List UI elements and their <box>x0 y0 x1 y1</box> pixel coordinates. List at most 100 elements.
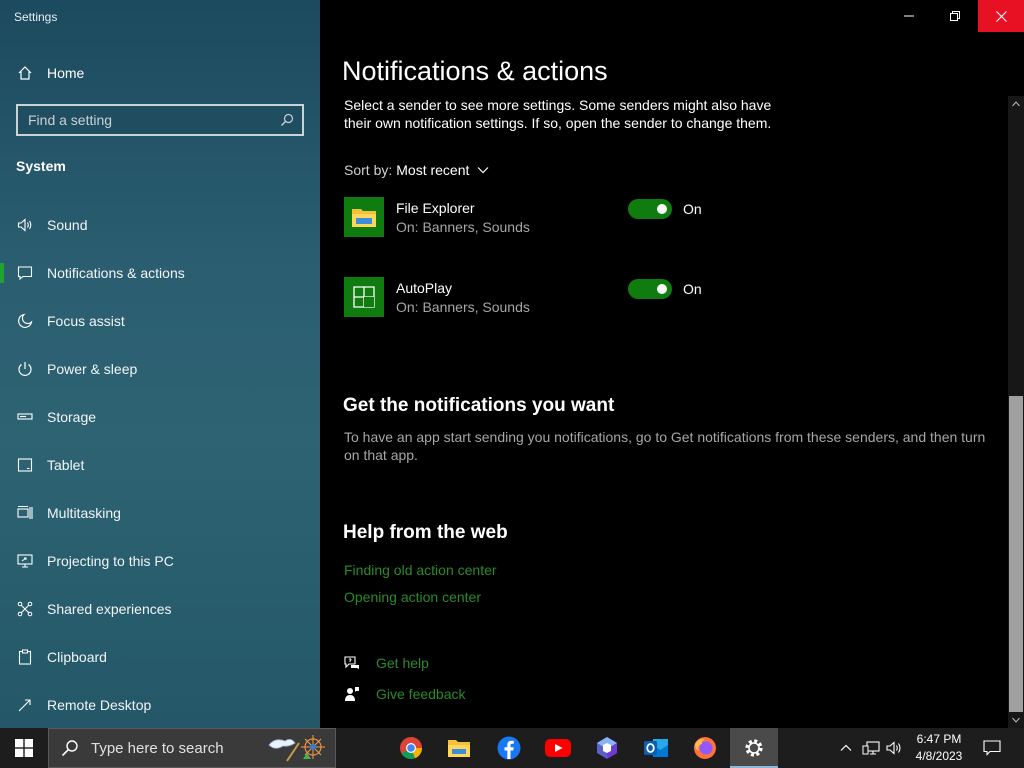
sidebar-item-label: Clipboard <box>47 649 107 665</box>
copilot-icon <box>595 736 619 760</box>
search-input[interactable] <box>28 112 268 128</box>
multitasking-icon <box>16 505 34 521</box>
main-content: Notifications & actions Select a sender … <box>320 0 1024 728</box>
taskbar-settings[interactable] <box>730 728 778 768</box>
taskbar-chrome[interactable] <box>387 728 435 768</box>
taskbar-outlook[interactable] <box>632 728 680 768</box>
section-title: System <box>16 158 66 174</box>
clock-time: 6:47 PM <box>916 732 962 746</box>
scrollbar-thumb[interactable] <box>1009 396 1023 712</box>
sort-label: Sort by: <box>344 162 393 178</box>
sidebar-item-clipboard[interactable]: Clipboard <box>0 633 320 681</box>
sidebar-item-tablet[interactable]: Tablet <box>0 441 320 489</box>
give-feedback-link[interactable]: Give feedback <box>376 686 466 702</box>
sidebar-item-storage[interactable]: Storage <box>0 393 320 441</box>
sidebar-item-sound[interactable]: Sound <box>0 201 320 249</box>
search-highlight-icon[interactable] <box>265 731 329 765</box>
taskbar-youtube[interactable] <box>534 728 582 768</box>
volume-tray[interactable] <box>884 728 906 768</box>
page-title: Notifications & actions <box>342 56 608 86</box>
network-tray[interactable] <box>860 728 882 768</box>
taskbar-firefox[interactable] <box>681 728 729 768</box>
sidebar-item-projecting[interactable]: Projecting to this PC <box>0 537 320 585</box>
autoplay-icon <box>344 277 384 317</box>
taskbar-file-explorer[interactable] <box>435 728 483 768</box>
taskbar-copilot[interactable] <box>583 728 631 768</box>
speaker-icon <box>16 217 34 233</box>
search-icon <box>61 739 79 757</box>
action-center-button[interactable] <box>978 728 1006 768</box>
sender-file-explorer[interactable]: File Explorer On: Banners, Sounds On <box>344 197 944 237</box>
help-icon <box>344 655 360 671</box>
notification-icon <box>16 265 34 281</box>
storage-icon <box>16 409 34 425</box>
sidebar-nav: Sound Notifications & actions Focus assi… <box>0 201 320 729</box>
tablet-icon <box>16 457 34 473</box>
sidebar-item-multitasking[interactable]: Multitasking <box>0 489 320 537</box>
sidebar-item-label: Power & sleep <box>47 361 138 377</box>
sidebar-item-remote-desktop[interactable]: Remote Desktop <box>0 681 320 729</box>
volume-icon <box>886 740 904 756</box>
taskbar: 6:47 PM 4/8/2023 <box>0 728 1024 768</box>
clock-date: 4/8/2023 <box>915 749 963 763</box>
chrome-icon <box>399 736 423 760</box>
firefox-icon <box>693 736 717 760</box>
projecting-icon <box>16 553 34 569</box>
sidebar-item-home[interactable]: Home <box>0 58 320 88</box>
moon-icon <box>16 313 34 329</box>
sidebar-item-shared-experiences[interactable]: Shared experiences <box>0 585 320 633</box>
taskbar-search[interactable] <box>48 728 336 768</box>
sidebar-item-label: Home <box>47 65 85 81</box>
sidebar-item-label: Tablet <box>47 457 85 473</box>
file-explorer-icon <box>447 738 471 758</box>
taskbar-search-input[interactable] <box>91 739 261 757</box>
sidebar-item-label: Storage <box>47 409 97 425</box>
sidebar-item-notifications[interactable]: Notifications & actions <box>0 249 320 297</box>
sidebar-item-label: Projecting to this PC <box>47 553 174 569</box>
sidebar-item-label: Multitasking <box>47 505 121 521</box>
feedback-icon <box>344 686 360 702</box>
toggle-switch[interactable] <box>628 199 672 219</box>
get-notifications-text: To have an app start sending you notific… <box>344 429 986 463</box>
power-icon <box>16 361 34 377</box>
sidebar-item-focus-assist[interactable]: Focus assist <box>0 297 320 345</box>
give-feedback-row[interactable]: Give feedback <box>344 686 466 702</box>
scroll-up-icon[interactable] <box>1008 96 1024 112</box>
get-help-row[interactable]: Get help <box>344 655 429 671</box>
sender-name: AutoPlay <box>396 280 453 296</box>
sender-name: File Explorer <box>396 200 475 216</box>
facebook-icon <box>497 736 521 760</box>
find-setting-search[interactable] <box>16 104 304 136</box>
home-icon <box>16 65 34 81</box>
sort-dropdown[interactable]: Sort by: Most recent <box>344 162 489 178</box>
clipboard-icon <box>16 649 34 665</box>
sender-status: On: Banners, Sounds <box>396 219 530 235</box>
search-icon[interactable] <box>280 113 294 127</box>
settings-icon <box>743 737 765 759</box>
taskbar-clock[interactable]: 6:47 PM 4/8/2023 <box>906 731 972 765</box>
link-opening-action-center[interactable]: Opening action center <box>344 589 481 605</box>
show-hidden-icons[interactable] <box>836 728 856 768</box>
chevron-up-icon <box>840 744 852 752</box>
outlook-icon <box>643 736 669 760</box>
sidebar-item-label: Shared experiences <box>47 601 172 617</box>
start-button[interactable] <box>0 728 48 768</box>
sender-autoplay[interactable]: AutoPlay On: Banners, Sounds On <box>344 277 944 317</box>
taskbar-facebook[interactable] <box>485 728 533 768</box>
sidebar-item-label: Sound <box>47 217 88 233</box>
get-notifications-heading: Get the notifications you want <box>343 395 615 416</box>
network-icon <box>862 740 880 756</box>
scroll-down-icon[interactable] <box>1008 712 1024 728</box>
chevron-down-icon[interactable] <box>477 166 489 174</box>
youtube-icon <box>545 739 571 757</box>
toggle-switch[interactable] <box>628 279 672 299</box>
sort-value[interactable]: Most recent <box>396 162 469 178</box>
help-heading: Help from the web <box>343 522 508 543</box>
sender-status: On: Banners, Sounds <box>396 299 530 315</box>
sidebar-item-power-sleep[interactable]: Power & sleep <box>0 345 320 393</box>
toggle-label: On <box>683 281 702 297</box>
link-finding-old-action-center[interactable]: Finding old action center <box>344 562 497 578</box>
get-help-link[interactable]: Get help <box>376 655 429 671</box>
notification-icon <box>983 740 1001 756</box>
sidebar-item-label: Notifications & actions <box>47 265 185 281</box>
